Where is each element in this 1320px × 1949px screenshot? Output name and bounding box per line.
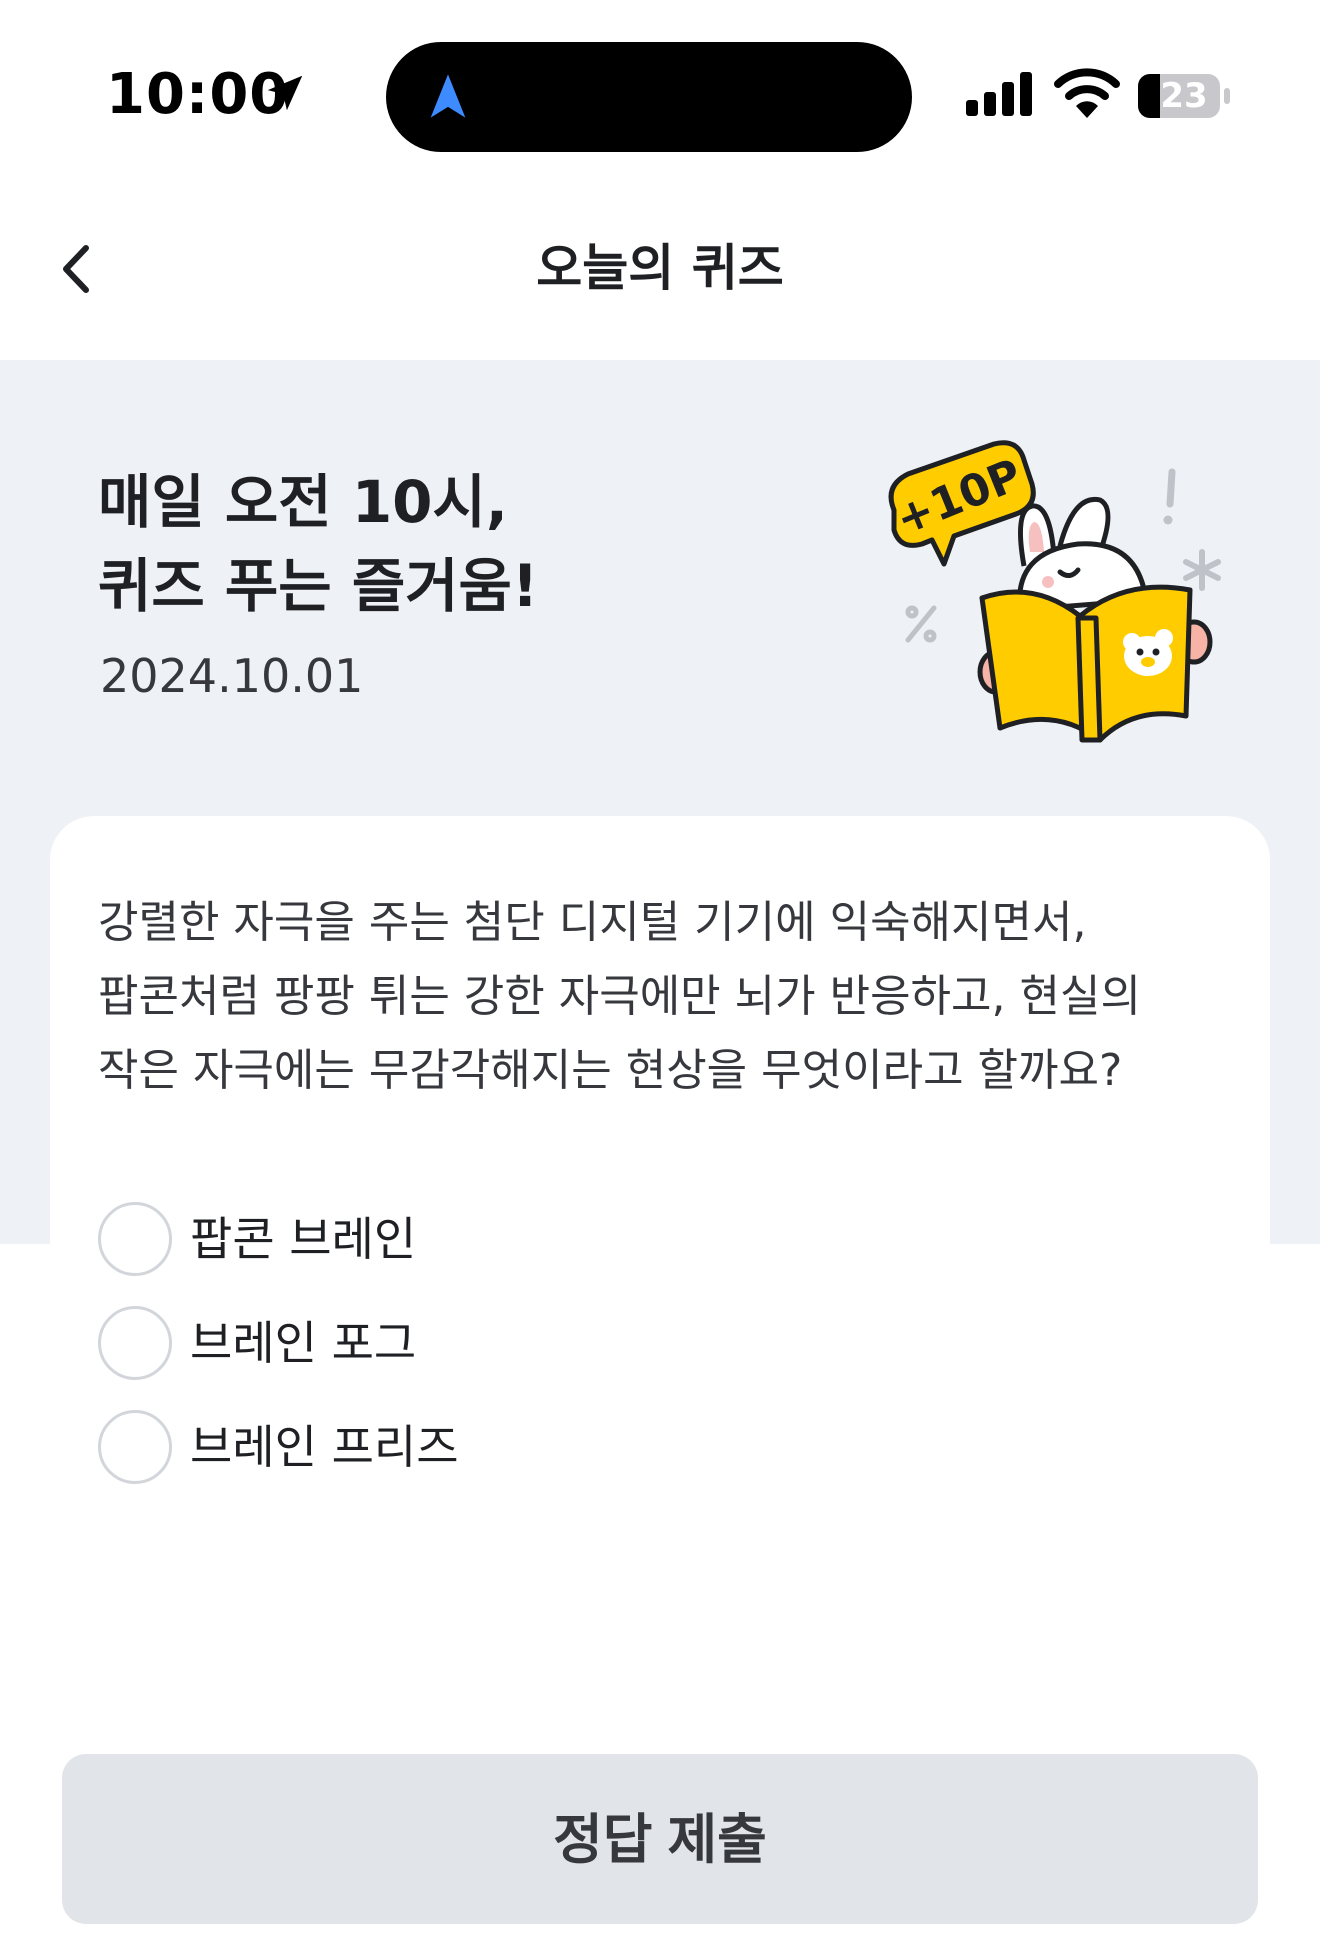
dynamic-island bbox=[386, 42, 912, 152]
hero-headline-line1: 매일 오전 10시, bbox=[98, 468, 508, 536]
bear-logo-icon bbox=[1123, 629, 1173, 676]
quiz-card: 강렬한 자극을 주는 첨단 디지털 기기에 익숙해지면서, 팝콘처럼 팡팡 튀는… bbox=[50, 816, 1270, 1816]
submit-answer-button[interactable]: 정답 제출 bbox=[62, 1754, 1258, 1924]
hero-headline: 매일 오전 10시, 퀴즈 푸는 즐거움! bbox=[98, 460, 538, 628]
book-icon bbox=[979, 584, 1193, 743]
quiz-option-2[interactable]: 브레인 포그 bbox=[98, 1306, 798, 1382]
quiz-option-label: 브레인 프리즈 bbox=[190, 1420, 459, 1474]
cellular-signal-icon bbox=[966, 72, 1032, 116]
radio-button[interactable] bbox=[98, 1410, 172, 1484]
radio-button[interactable] bbox=[98, 1202, 172, 1276]
quiz-date: 2024.10.01 bbox=[100, 649, 364, 703]
quiz-option-1[interactable]: 팝콘 브레인 bbox=[98, 1202, 798, 1278]
location-arrow-icon bbox=[267, 75, 303, 111]
radio-button[interactable] bbox=[98, 1306, 172, 1380]
navigation-icon bbox=[430, 74, 466, 118]
quiz-option-label: 팝콘 브레인 bbox=[190, 1212, 417, 1266]
quiz-question: 강렬한 자극을 주는 첨단 디지털 기기에 익숙해지면서, 팝콘처럼 팡팡 튀는… bbox=[98, 897, 1141, 1096]
quiz-option-label: 브레인 포그 bbox=[190, 1316, 417, 1370]
wifi-icon bbox=[1054, 68, 1120, 118]
battery-level: 23 bbox=[1160, 76, 1208, 116]
submit-button-label: 정답 제출 bbox=[553, 1810, 767, 1870]
status-bar: 10:00 23 bbox=[0, 0, 1320, 180]
page-title: 오늘의 퀴즈 bbox=[536, 239, 784, 297]
quiz-option-3[interactable]: 브레인 프리즈 bbox=[98, 1410, 798, 1486]
hero-headline-line2: 퀴즈 푸는 즐거움! bbox=[98, 552, 539, 620]
app-header: 오늘의 퀴즈 bbox=[0, 180, 1320, 360]
